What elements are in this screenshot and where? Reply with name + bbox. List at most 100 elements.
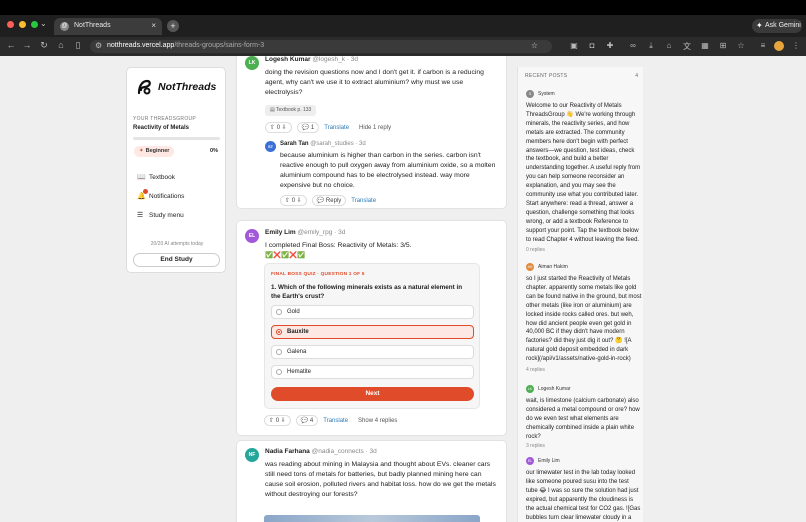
translate-icon[interactable]: 文 (682, 41, 692, 52)
option-label: Hematite (287, 369, 312, 375)
downvote-icon[interactable]: ⇩ (297, 197, 302, 204)
upvote-icon[interactable]: ⇧ (270, 124, 275, 131)
quiz-option[interactable]: Gold (271, 305, 474, 319)
reading-list-icon[interactable]: ≡ (758, 41, 768, 50)
download-icon[interactable]: ⤓ (646, 41, 656, 51)
vote-control[interactable]: ⇧ 0 ⇩ (265, 122, 292, 133)
address-bar[interactable]: ⚙ notthreads.vercel.app/threads-groups/s… (90, 40, 552, 53)
browser-tab-active[interactable]: @ NotThreads × (54, 18, 162, 35)
author-handle: @sarah_studies · 3d (310, 141, 366, 147)
quiz-card: FINAL BOSS QUIZ · QUESTION 1 OF 5 1. Whi… (264, 263, 480, 409)
star-icon[interactable]: ☆ (736, 41, 746, 50)
bookmark-star-icon[interactable]: ☆ (531, 41, 538, 50)
recent-post-text: so I just started the Reactivity of Meta… (526, 276, 642, 363)
logo-text: NotThreads (158, 81, 217, 93)
avatar[interactable]: NF (245, 448, 259, 462)
end-study-button[interactable]: End Study (133, 253, 220, 267)
reply-button[interactable]: 💬 Reply (311, 195, 347, 206)
quiz-next-button[interactable]: Next (271, 387, 474, 401)
sidebar-item-textbook[interactable]: 📖 Textbook (137, 173, 176, 182)
translate-link[interactable]: Translate (324, 125, 349, 131)
kebab-menu-icon[interactable]: ⋮ (791, 41, 801, 50)
puzzle-icon[interactable]: ✚ (605, 41, 615, 50)
extension-icon[interactable]: ⊞ (718, 41, 728, 50)
post-image[interactable] (264, 515, 480, 522)
author-name: Logesh Kumar (265, 56, 311, 63)
downvote-icon[interactable]: ⇩ (281, 417, 286, 424)
post-actions: ⇧ 0 ⇩ 💬 1 Translate Hide 1 reply (265, 122, 391, 133)
comment-button[interactable]: 💬 4 (295, 415, 319, 426)
link-icon[interactable]: ∞ (628, 41, 638, 50)
reply-text: because aluminium is higher than carbon … (280, 152, 496, 189)
group-name: Reactivity of Metals (133, 125, 190, 131)
ask-gemini-button[interactable]: ✦ Ask Gemini (752, 19, 802, 33)
notification-dot (143, 189, 148, 194)
post-author[interactable]: Nadia Farhana @nadia_connects · 3d (265, 448, 377, 455)
translate-link[interactable]: Translate (323, 418, 348, 424)
extension-icon[interactable]: ⌂ (664, 41, 674, 50)
recent-post-author: System (538, 91, 555, 97)
vote-control[interactable]: ⇧ 0 ⇩ (264, 415, 291, 426)
site-favicon-icon: @ (60, 22, 69, 31)
site-info-icon[interactable]: ⚙ (95, 41, 102, 50)
left-sidebar: NotThreads YOUR THREADSGROUP Reactivity … (126, 67, 226, 273)
tab-list-chevron-icon[interactable]: ⌄ (40, 19, 47, 28)
home-icon[interactable]: ⌂ (55, 40, 67, 50)
back-arrow-icon[interactable]: ← (5, 40, 17, 50)
reply-author[interactable]: Sarah Tan @sarah_studies · 3d (280, 141, 366, 147)
show-replies-link[interactable]: Show 4 replies (358, 418, 397, 424)
textbook-reference-chip[interactable]: ▤ Textbook p. 133 (265, 105, 317, 116)
quiz-option[interactable]: Hematite (271, 365, 474, 379)
option-label: Gold (287, 309, 300, 315)
close-window-button[interactable] (7, 21, 14, 28)
post-text: doing the revision questions now and I d… (265, 69, 484, 96)
os-menubar (0, 0, 806, 15)
downvote-icon[interactable]: ⇩ (282, 124, 287, 131)
app-logo[interactable]: NotThreads (135, 78, 216, 96)
sidebar-item-study-menu[interactable]: ☰ Study menu (137, 211, 184, 220)
comment-icon: 💬 (300, 418, 309, 424)
recent-post-replies: 0 replies (526, 247, 545, 253)
hide-replies-link[interactable]: Hide 1 reply (359, 125, 391, 131)
sidebar-item-notifications[interactable]: 🔔 Notifications (137, 189, 184, 200)
author-handle: @logesh_k · 3d (312, 56, 358, 63)
recent-post-text: our limewater test in the lab today look… (526, 470, 641, 521)
tab-close-icon[interactable]: × (151, 21, 156, 30)
url-host: notthreads.vercel.app (107, 42, 175, 49)
forward-arrow-icon[interactable]: → (21, 40, 33, 50)
extension-icon[interactable]: ◘ (587, 41, 597, 50)
bell-icon: 🔔 (137, 189, 148, 200)
level-badge: ✦ Beginner (134, 146, 175, 157)
sidebar-item-label: Textbook (149, 173, 176, 181)
comment-button[interactable]: 💬 1 (296, 122, 320, 133)
upvote-icon[interactable]: ⇧ (285, 197, 290, 204)
profile-avatar[interactable] (774, 41, 784, 51)
reload-icon[interactable]: ↻ (38, 40, 50, 51)
avatar[interactable]: EL (245, 229, 259, 243)
avatar: AH (526, 263, 534, 271)
option-label: Bauxite (287, 329, 309, 335)
avatar: EL (526, 457, 534, 465)
sidebar-toggle-icon[interactable]: ▯ (72, 40, 84, 51)
quiz-option-selected[interactable]: Bauxite (271, 325, 474, 339)
recent-posts-panel: RECENT POSTS 4 S System Welcome to our R… (517, 67, 643, 522)
avatar: LK (526, 385, 534, 393)
new-tab-button[interactable]: + (167, 20, 179, 32)
radio-icon (276, 309, 282, 315)
extension-icon[interactable]: ▦ (700, 41, 710, 50)
reply-label: Reply (325, 197, 342, 204)
translate-link[interactable]: Translate (351, 198, 376, 204)
maximize-window-button[interactable] (31, 21, 38, 28)
minimize-window-button[interactable] (19, 21, 26, 28)
avatar[interactable]: LK (245, 56, 259, 70)
quiz-option[interactable]: Galena (271, 345, 474, 359)
extension-icon[interactable]: ▣ (569, 41, 579, 50)
comment-count: 1 (310, 124, 315, 131)
post-author[interactable]: Emily Lim @emily_rpg · 3d (265, 229, 345, 236)
post-text: I completed Final Boss: Reactivity of Me… (265, 242, 412, 249)
vote-control[interactable]: ⇧ 0 ⇩ (280, 195, 307, 206)
post-author[interactable]: Logesh Kumar @logesh_k · 3d (265, 56, 358, 63)
upvote-icon[interactable]: ⇧ (269, 417, 274, 424)
avatar[interactable]: ST (265, 141, 276, 152)
recent-post-author: Logesh Kumar (538, 386, 571, 392)
